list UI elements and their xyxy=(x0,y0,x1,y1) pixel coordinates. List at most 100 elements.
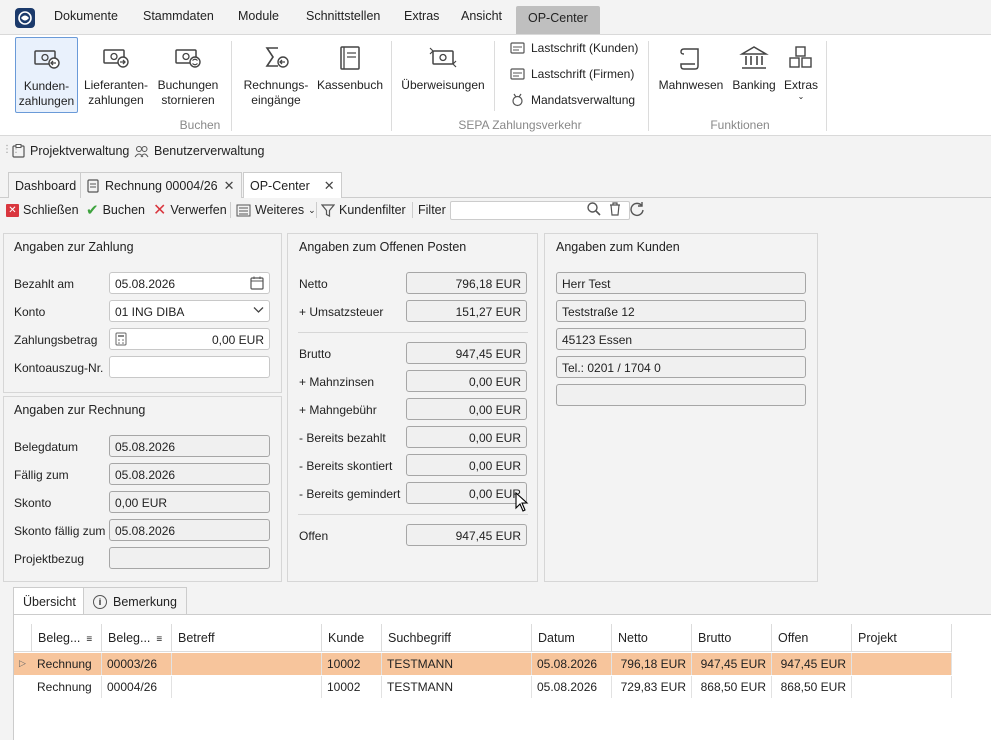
row-indicator-icon: ▷ xyxy=(19,658,26,668)
weiteres-label: Weiteres xyxy=(255,203,305,217)
faellig-label: Fällig zum xyxy=(14,468,69,482)
payment-incoming-icon xyxy=(33,50,60,69)
column-header-label: Beleg... xyxy=(108,631,151,645)
weiteres-button[interactable]: Weiteres ⌄ xyxy=(236,201,316,219)
projektverwaltung-button[interactable]: Projektverwaltung xyxy=(12,144,129,158)
funnel-icon xyxy=(321,203,335,217)
kontoauszug-field[interactable] xyxy=(109,356,270,378)
tab-dashboard[interactable]: Dashboard xyxy=(8,172,84,198)
menu-extras[interactable]: Extras xyxy=(404,9,439,27)
search-icon[interactable] xyxy=(586,201,602,217)
column-header-belegnr[interactable]: Beleg... ≡ xyxy=(102,624,172,652)
group-label-funktionen: Funktionen xyxy=(710,118,770,132)
menu-dokumente[interactable]: Dokumente xyxy=(54,9,118,27)
mandate-seal-icon xyxy=(512,93,523,107)
bezahlt-am-field[interactable]: 05.08.2026 xyxy=(109,272,270,294)
netto-label: Netto xyxy=(299,277,328,291)
cell-datum: 05.08.2026 xyxy=(532,676,612,698)
netto-field: 796,18 EUR xyxy=(406,272,527,294)
column-header-suchbegriff[interactable]: Suchbegriff xyxy=(382,624,532,652)
app-logo-icon[interactable] xyxy=(15,8,35,28)
close-red-icon: ✕ xyxy=(6,203,19,217)
faellig-field: 05.08.2026 xyxy=(109,463,270,485)
benutzerverwaltung-button[interactable]: Benutzerverwaltung xyxy=(134,144,264,158)
lastschrift-kunden-button[interactable]: Lastschrift (Kunden) xyxy=(510,41,638,55)
bezahlt-am-value: 05.08.2026 xyxy=(115,277,176,291)
refresh-icon[interactable] xyxy=(628,200,646,218)
projektbezug-label: Projektbezug xyxy=(14,552,85,566)
cell-betreff xyxy=(172,653,322,675)
mandatsverwaltung-button[interactable]: Mandatsverwaltung xyxy=(510,93,635,107)
column-header-projekt[interactable]: Projekt xyxy=(852,624,952,652)
menu-schnittstellen[interactable]: Schnittstellen xyxy=(306,9,380,27)
column-header-netto[interactable]: Netto xyxy=(612,624,692,652)
bereits-gemindert-label: - Bereits gemindert xyxy=(299,487,401,501)
projektverwaltung-label: Projektverwaltung xyxy=(30,144,130,158)
column-header-datum[interactable]: Datum xyxy=(532,624,612,652)
buchen-label: Buchen xyxy=(102,203,145,217)
cell-offen: 947,45 EUR xyxy=(772,653,852,675)
calculator-icon[interactable] xyxy=(115,332,127,346)
mahngebuehr-label: + Mahngebühr xyxy=(299,403,377,417)
buchungen-stornieren-button[interactable]: Buchungen stornieren xyxy=(154,37,222,113)
tab-rechnung[interactable]: Rechnung 00004/26 ✕ xyxy=(80,172,242,198)
kundenfilter-button[interactable]: Kundenfilter xyxy=(321,201,406,219)
ribbon-separator xyxy=(826,41,827,131)
column-header-betreff[interactable]: Betreff xyxy=(172,624,322,652)
menu-ansicht[interactable]: Ansicht xyxy=(461,9,502,27)
tab-uebersicht[interactable]: Übersicht xyxy=(13,587,86,616)
tab-op-center[interactable]: OP-Center ✕ xyxy=(243,172,342,199)
belegdatum-label: Belegdatum xyxy=(14,440,79,454)
filter-input[interactable] xyxy=(450,201,630,220)
kassenbuch-button[interactable]: Kassenbuch xyxy=(314,37,386,113)
close-icon[interactable]: ✕ xyxy=(324,178,335,194)
menu-bar: Dokumente Stammdaten Module Schnittstell… xyxy=(0,0,991,34)
tab-op-center-label: OP-Center xyxy=(250,179,310,193)
cell-projekt xyxy=(852,653,952,675)
menu-op-center[interactable]: OP-Center xyxy=(516,6,600,34)
ueberweisungen-button[interactable]: Überweisungen xyxy=(398,37,488,113)
column-header-kunde[interactable]: Kunde xyxy=(322,624,382,652)
konto-select[interactable]: 01 ING DIBA xyxy=(109,300,270,322)
menu-stammdaten[interactable]: Stammdaten xyxy=(143,9,214,27)
mahnzinsen-label: + Mahnzinsen xyxy=(299,375,375,389)
ribbon-separator xyxy=(648,41,649,131)
lieferantenzahlungen-button[interactable]: Lieferanten- zahlungen xyxy=(82,37,150,113)
mahnzinsen-field: 0,00 EUR xyxy=(406,370,527,392)
extras-ribbon-button[interactable]: Extras ⌄ xyxy=(781,37,821,113)
menu-module[interactable]: Module xyxy=(238,9,279,27)
sort-icon: ≡ xyxy=(86,634,93,645)
sum-incoming-icon xyxy=(265,47,289,68)
zahlungsbetrag-field[interactable]: 0,00 EUR xyxy=(109,328,270,350)
column-header-brutto[interactable]: Brutto xyxy=(692,624,772,652)
transfer-icon xyxy=(429,47,457,68)
schliessen-button[interactable]: ✕ Schließen xyxy=(6,201,79,219)
chevron-down-icon[interactable] xyxy=(253,306,264,314)
cell-netto: 729,83 EUR xyxy=(612,676,692,698)
column-header-offen[interactable]: Offen xyxy=(772,624,852,652)
column-header-belegart[interactable]: Beleg... ≡ xyxy=(32,624,102,652)
close-icon[interactable]: ✕ xyxy=(224,178,235,194)
cell-brutto: 868,50 EUR xyxy=(692,676,772,698)
tab-bemerkung[interactable]: i Bemerkung xyxy=(83,587,187,615)
benutzerverwaltung-label: Benutzerverwaltung xyxy=(154,144,265,158)
lastschrift-firmen-label: Lastschrift (Firmen) xyxy=(531,67,635,81)
cell-offen: 868,50 EUR xyxy=(772,676,852,698)
cell-suchbegriff: TESTMANN xyxy=(382,653,532,675)
zahlungsbetrag-value: 0,00 EUR xyxy=(211,333,264,347)
rechnungseingaenge-button[interactable]: Rechnungs- eingänge xyxy=(240,37,312,113)
cubes-icon xyxy=(789,46,812,68)
lastschrift-firmen-button[interactable]: Lastschrift (Firmen) xyxy=(510,67,634,81)
cell-datum: 05.08.2026 xyxy=(532,653,612,675)
offen-label: Offen xyxy=(299,529,329,543)
buchen-button[interactable]: ✔ Buchen xyxy=(86,201,145,219)
divider xyxy=(298,514,528,515)
kundenzahlungen-button[interactable]: Kunden- zahlungen xyxy=(15,37,78,113)
verwerfen-button[interactable]: ✕ Verwerfen xyxy=(153,201,227,219)
brutto-label: Brutto xyxy=(299,347,332,361)
calendar-icon[interactable] xyxy=(250,276,264,290)
trash-icon[interactable] xyxy=(608,201,622,217)
mandatsverwaltung-label: Mandatsverwaltung xyxy=(531,93,636,107)
mahnwesen-button[interactable]: Mahnwesen xyxy=(655,37,727,113)
banking-button[interactable]: Banking xyxy=(729,37,779,113)
